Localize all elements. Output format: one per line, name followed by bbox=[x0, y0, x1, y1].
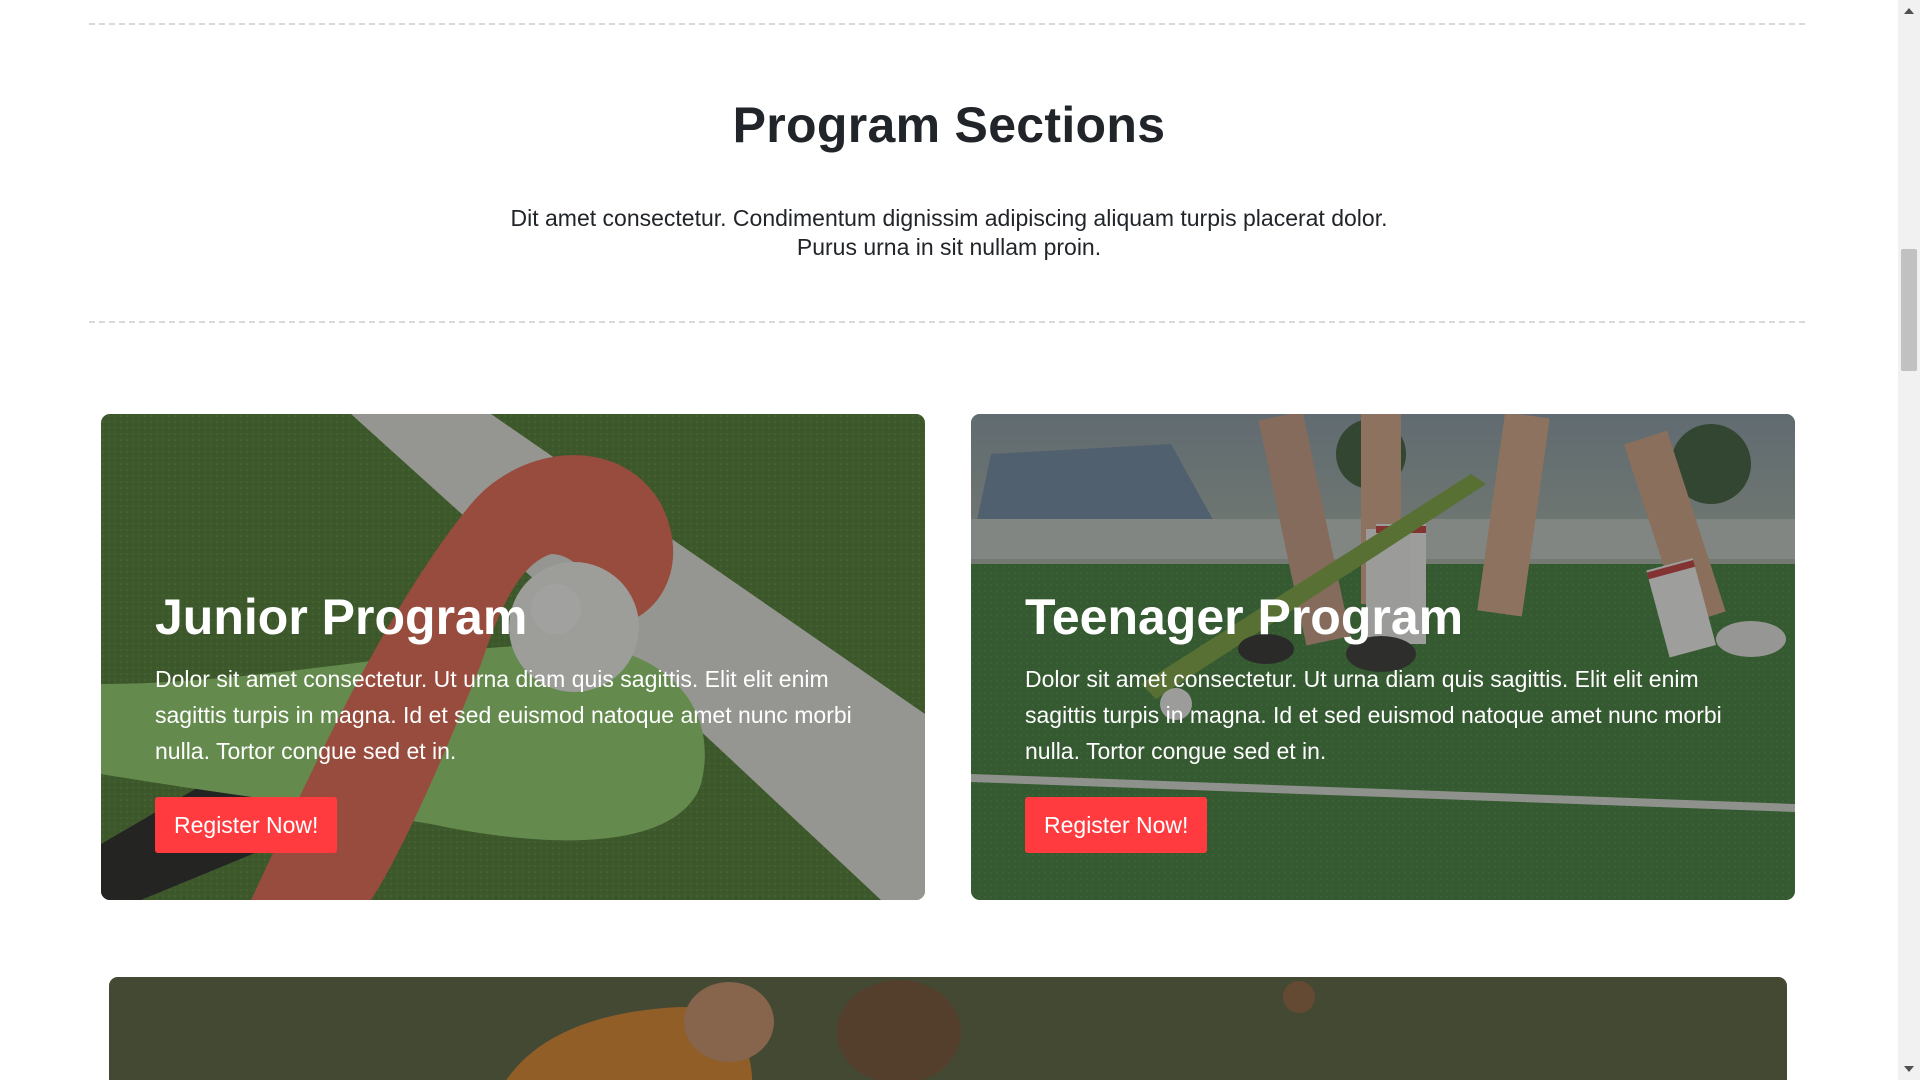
scroll-down-arrow-icon[interactable] bbox=[1898, 1060, 1920, 1078]
register-now-button[interactable]: Register Now! bbox=[1025, 797, 1208, 853]
section-divider-top bbox=[89, 23, 1805, 25]
card-content: Junior Program Dolor sit amet consectetu… bbox=[155, 587, 885, 853]
page-viewport: Program Sections Dit amet consectetur. C… bbox=[0, 0, 1898, 1080]
section-subtitle: Dit amet consectetur. Condimentum dignis… bbox=[510, 205, 1388, 260]
card-content: Teenager Program Dolor sit amet consecte… bbox=[1025, 587, 1755, 853]
program-card-wide bbox=[109, 977, 1787, 1080]
scroll-up-arrow-icon[interactable] bbox=[1898, 2, 1920, 20]
program-card-junior: Junior Program Dolor sit amet consectetu… bbox=[101, 414, 925, 900]
section-title: Program Sections bbox=[732, 97, 1166, 153]
card-description: Dolor sit amet consectetur. Ut urna diam… bbox=[155, 666, 852, 764]
card-title: Teenager Program bbox=[1025, 589, 1464, 645]
section-divider-bottom bbox=[89, 321, 1805, 323]
scrollbar-thumb[interactable] bbox=[1901, 249, 1917, 371]
card-description: Dolor sit amet consectetur. Ut urna diam… bbox=[1025, 666, 1722, 764]
card-background-image bbox=[109, 977, 1787, 1080]
register-now-button[interactable]: Register Now! bbox=[155, 797, 338, 853]
card-title: Junior Program bbox=[155, 589, 528, 645]
vertical-scrollbar[interactable] bbox=[1898, 0, 1920, 1080]
program-card-teenager: Teenager Program Dolor sit amet consecte… bbox=[971, 414, 1795, 900]
